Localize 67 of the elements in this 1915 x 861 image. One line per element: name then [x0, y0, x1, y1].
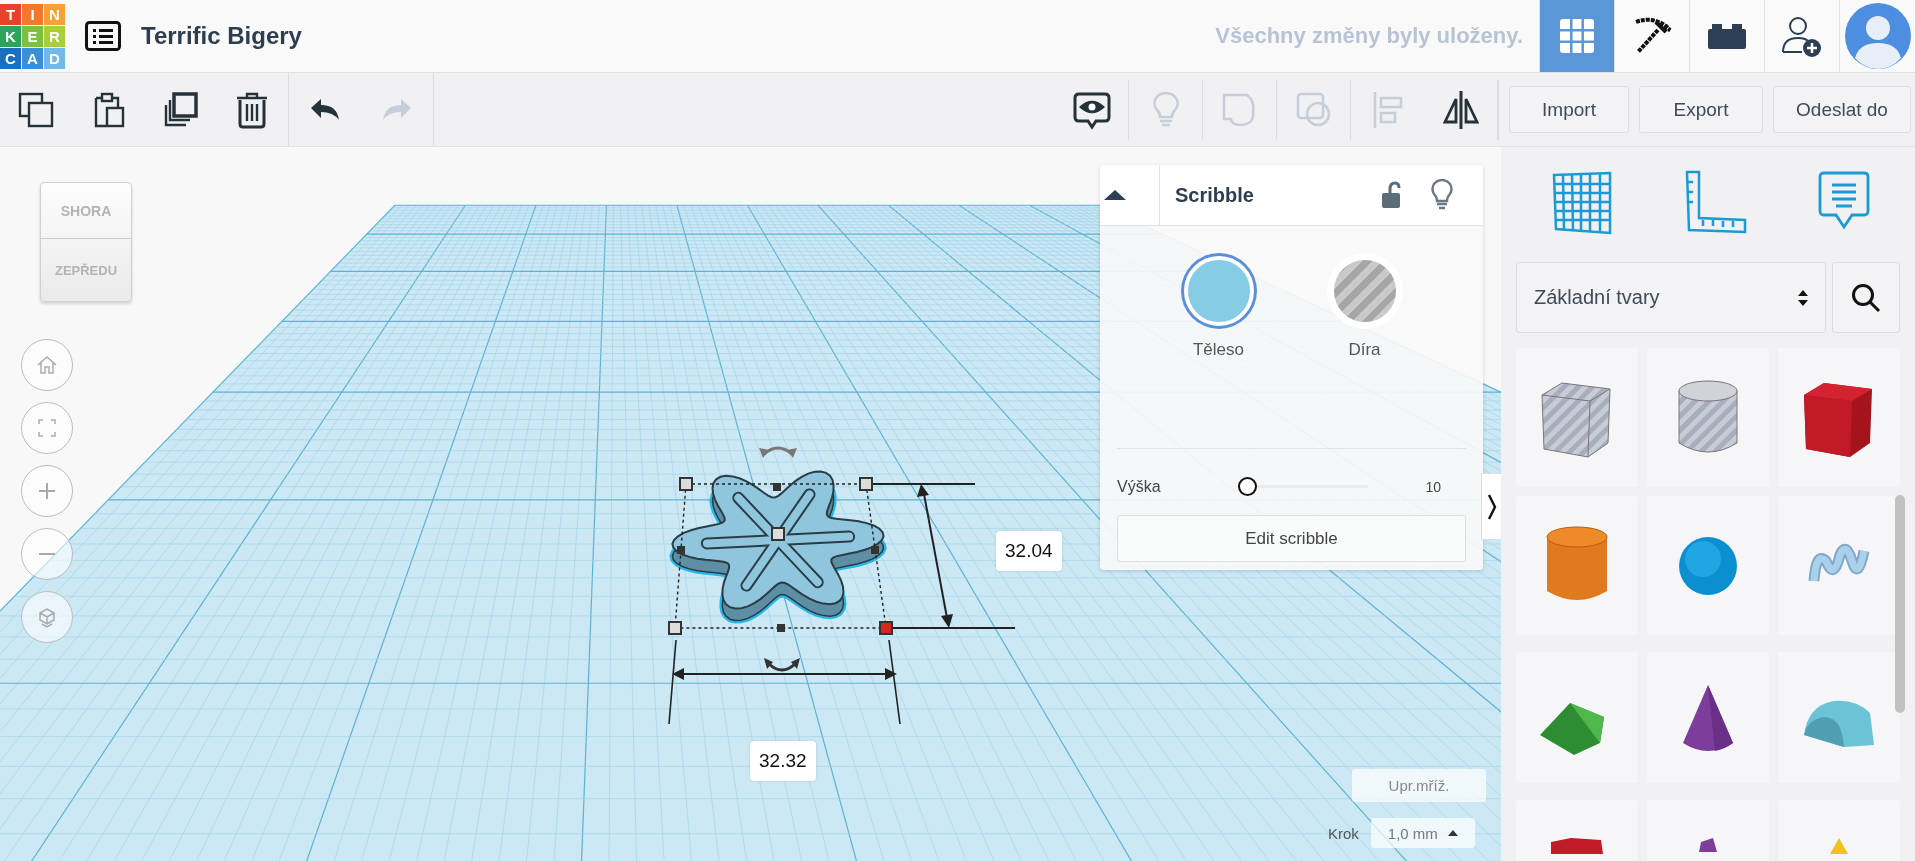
resize-handle[interactable]	[679, 477, 693, 491]
logo-letter: I	[22, 3, 43, 25]
zoom-in-button[interactable]	[21, 465, 73, 517]
slider-thumb[interactable]	[1238, 477, 1257, 496]
cylinder-hole-tile[interactable]	[1647, 348, 1769, 487]
save-status: Všechny změny byly uloženy.	[1215, 23, 1523, 49]
cone-tile[interactable]	[1647, 652, 1769, 783]
edge-handle[interactable]	[677, 546, 685, 554]
pyramid-icon	[1830, 838, 1848, 854]
box-tile[interactable]	[1778, 348, 1900, 487]
toolbar-button[interactable]: Import	[1509, 86, 1629, 133]
resize-handle[interactable]	[771, 527, 785, 541]
logo-letter: T	[0, 3, 21, 25]
avatar-icon[interactable]	[1844, 3, 1911, 69]
logo-letter: R	[44, 25, 65, 47]
workplane-icon[interactable]	[1550, 171, 1614, 235]
chevron-right-icon	[1486, 493, 1497, 520]
logo-letter: E	[22, 25, 43, 47]
logo-letter: A	[22, 47, 43, 69]
cylinder-tile[interactable]	[1516, 496, 1638, 635]
dimension-label[interactable]: 32.32	[750, 741, 816, 781]
partial-shape-icon	[1699, 838, 1717, 852]
search-button[interactable]	[1832, 262, 1900, 333]
solid-option[interactable]: Těleso	[1170, 256, 1267, 396]
box-hole-tile[interactable]	[1516, 348, 1638, 487]
sidebar-toggle[interactable]	[1481, 473, 1501, 540]
sphere-tile[interactable]	[1647, 496, 1769, 635]
grid-icon	[1557, 16, 1597, 56]
lock-icon[interactable]	[1381, 181, 1401, 209]
logo-letter: K	[0, 25, 21, 47]
edge-handle[interactable]	[773, 483, 781, 491]
toolbar-button[interactable]: Export	[1639, 86, 1763, 133]
snap-dropdown[interactable]: 1,0 mm	[1370, 818, 1475, 848]
edge-handle[interactable]	[777, 624, 785, 632]
logo-letter: D	[44, 47, 65, 69]
scrollbar[interactable]	[1895, 495, 1905, 713]
edge-handle[interactable]	[871, 546, 879, 554]
add-user-icon	[1780, 14, 1824, 58]
rotate-arrow-icon[interactable]	[764, 658, 800, 672]
panel-title: Scribble	[1175, 183, 1255, 207]
slider-value: 10	[1425, 478, 1441, 495]
half-cylinder-tile[interactable]	[1778, 652, 1900, 783]
minus-icon	[39, 553, 55, 555]
plus-icon	[36, 480, 58, 502]
roof-tile[interactable]	[1516, 652, 1638, 783]
resize-handle[interactable]	[668, 621, 682, 635]
design-title[interactable]: Terrific Bigery	[141, 22, 302, 50]
logo-letter: N	[44, 3, 65, 25]
search-icon	[1851, 282, 1882, 313]
caret-up-icon	[1447, 830, 1458, 836]
fit-frame-icon	[36, 417, 58, 439]
cube-icon	[36, 606, 58, 628]
snap-label: Krok	[1328, 824, 1359, 842]
lightbulb-icon[interactable]	[1431, 179, 1453, 211]
hole-option[interactable]: Díra	[1316, 256, 1413, 396]
resize-handle[interactable]	[879, 621, 893, 635]
resize-handle[interactable]	[859, 477, 873, 491]
caret-up-icon	[1103, 189, 1126, 201]
logo-letter: C	[0, 47, 21, 69]
dimension-label[interactable]: 32.04	[996, 531, 1062, 571]
ruler-icon[interactable]	[1683, 170, 1749, 236]
toolbar-button[interactable]: Odeslat do	[1773, 86, 1911, 133]
home-icon	[36, 354, 58, 376]
slider-label: Výška	[1117, 477, 1162, 496]
partial-box-icon	[1551, 838, 1603, 854]
edit-scribble-button[interactable]: Edit scribble	[1117, 515, 1466, 562]
shape-library-dropdown[interactable]: Základní tvary	[1516, 262, 1827, 333]
